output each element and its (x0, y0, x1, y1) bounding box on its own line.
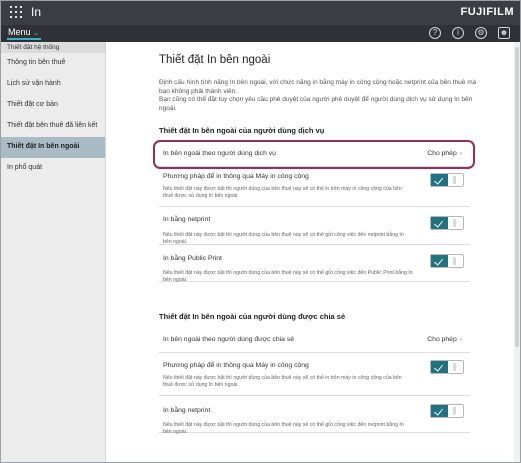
setting-row-public-print: In bằng Public Print Nếu thiết đặt này đ… (159, 246, 470, 283)
toggle-switch[interactable] (430, 173, 464, 187)
section-title-service-users: Thiết đặt In bên ngoài của người dùng dị… (159, 126, 325, 135)
check-icon (431, 255, 448, 267)
chevron-down-icon: ⌄ (32, 28, 40, 37)
check-icon (431, 405, 448, 417)
scrollbar-thumb[interactable] (515, 47, 519, 347)
sidebar-item-universal-print[interactable]: In phổ quát (1, 158, 105, 179)
row-label: Phương pháp để in thông qua Máy in công … (163, 173, 309, 180)
header-icons: ? i ⚙ ☻ (429, 27, 510, 39)
row-description: Nếu thiết đặt này được bật thì người dùn… (163, 186, 402, 199)
row-description: Nếu thiết đặt này được bật thì người dùn… (163, 270, 413, 283)
menu-bar: Menu ⌄ ? i ⚙ ☻ (1, 25, 520, 42)
user-icon[interactable]: ☻ (498, 27, 510, 39)
intro-paragraph-1: Định cấu hình tính năng In bên ngoài, vớ… (159, 79, 477, 95)
gear-icon[interactable]: ⚙ (475, 27, 487, 39)
main-content: Thiết đặt In bên ngoài Định cấu hình tín… (107, 42, 515, 462)
setting-row-netprint: In bằng netprint Nếu thiết đặt này được … (159, 208, 470, 245)
highlight-box (153, 140, 475, 169)
setting-row-public-printer: Phương pháp để in thông qua Máy in công … (159, 168, 470, 207)
row-label: In bên ngoài theo người dùng được chia s… (163, 336, 295, 343)
app-grid-icon[interactable] (10, 6, 22, 18)
sidebar-header: Thiết đặt hệ thống (1, 42, 105, 53)
info-icon[interactable]: i (452, 27, 464, 39)
section-title-shared-users: Thiết đặt In bên ngoài của người dùng đư… (159, 312, 346, 321)
chevron-right-icon: › (459, 336, 462, 343)
setting-row-shared-user-external-print[interactable]: In bên ngoài theo người dùng được chia s… (159, 328, 470, 353)
menu-button[interactable]: Menu ⌄ (7, 27, 42, 40)
row-value[interactable]: Cho phép › (427, 336, 462, 343)
toggle-switch[interactable] (430, 254, 464, 268)
row-description: Nếu thiết đặt này được bật thì người dùn… (163, 232, 404, 245)
top-bar: In FUJIFILM (1, 1, 520, 25)
sidebar-item-tenant-info[interactable]: Thông tin bên thuê (1, 53, 105, 74)
row-value-text: Cho phép (427, 336, 457, 343)
page-title: Thiết đặt In bên ngoài (159, 54, 271, 66)
toggle-switch[interactable] (430, 404, 464, 418)
row-label: In bằng netprint (163, 216, 211, 223)
check-icon (431, 174, 448, 186)
menu-label: Menu (8, 27, 31, 37)
row-label: In bằng Public Print (163, 255, 222, 262)
sidebar: Thiết đặt hệ thống Thông tin bên thuê Lị… (1, 42, 106, 462)
sidebar-item-basic-settings[interactable]: Thiết đặt cơ bản (1, 95, 105, 116)
setting-row-public-printer-shared: Phương pháp để in thông qua Máy in công … (159, 354, 470, 396)
setting-row-netprint-shared: In bằng netprint Nếu thiết đặt này được … (159, 397, 470, 435)
check-icon (431, 361, 448, 373)
intro-paragraph-2: Bạn cũng có thể đặt tùy chọn yêu cầu phê… (159, 96, 473, 112)
check-icon (431, 217, 448, 229)
row-label: In bằng netprint (163, 407, 211, 414)
sidebar-item-linked-tenant[interactable]: Thiết đặt bên thuê đã liên kết (1, 116, 105, 137)
app-window: In FUJIFILM Menu ⌄ ? i ⚙ ☻ Thiết đặt hệ t… (0, 0, 521, 463)
row-description: Nếu thiết đặt này được bật thì người dùn… (163, 422, 404, 435)
brand-logo: FUJIFILM (460, 6, 514, 18)
app-title: In (31, 5, 42, 19)
sidebar-item-operation-history[interactable]: Lịch sử vận hành (1, 74, 105, 95)
sidebar-item-external-print[interactable]: Thiết đặt In bên ngoài (1, 137, 105, 158)
toggle-switch[interactable] (430, 216, 464, 230)
toggle-switch[interactable] (430, 360, 464, 374)
row-description: Nếu thiết đặt này được bật thì người dùn… (163, 375, 402, 388)
row-label: Phương pháp để in thông qua Máy in công … (163, 362, 309, 369)
intro-text: Định cấu hình tính năng In bên ngoài, vớ… (159, 79, 481, 113)
help-icon[interactable]: ? (429, 27, 441, 39)
